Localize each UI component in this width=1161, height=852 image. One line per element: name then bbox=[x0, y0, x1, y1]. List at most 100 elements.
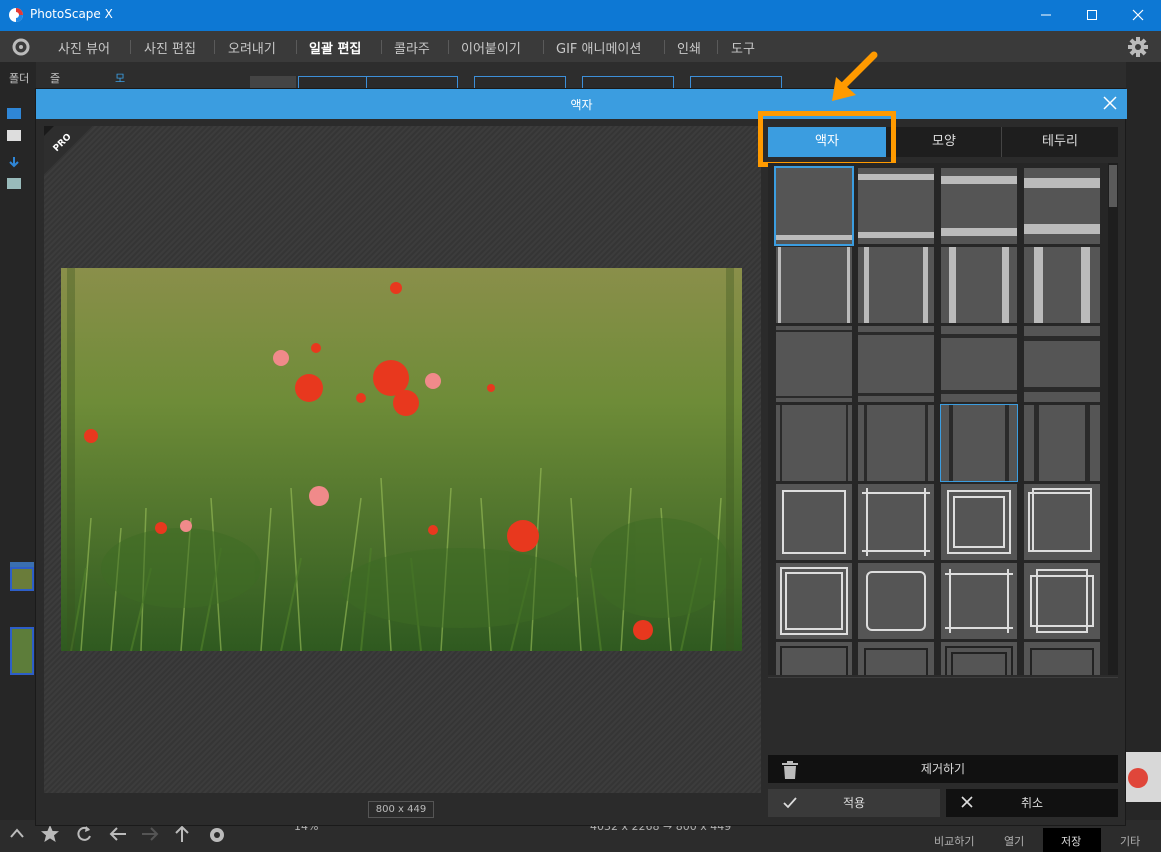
close-window-button[interactable] bbox=[1115, 0, 1161, 31]
bottom-settings-gear-icon[interactable] bbox=[206, 824, 228, 846]
home-logo-icon[interactable] bbox=[10, 37, 32, 57]
close-icon bbox=[1132, 9, 1144, 21]
thumbnail-image-2[interactable] bbox=[10, 627, 34, 675]
tab-highlight-box bbox=[758, 111, 896, 167]
gallery-divider bbox=[768, 677, 1118, 678]
next-arrow-icon[interactable] bbox=[1128, 768, 1148, 788]
frame-option[interactable] bbox=[1024, 326, 1100, 402]
frame-option[interactable] bbox=[858, 247, 934, 323]
menu-separator bbox=[448, 40, 449, 54]
tab-border[interactable]: 테두리 bbox=[1002, 127, 1118, 157]
tab-shape[interactable]: 모양 bbox=[886, 127, 1002, 157]
frame-option[interactable] bbox=[1024, 405, 1100, 481]
frame-option[interactable] bbox=[1024, 642, 1100, 675]
compare-label[interactable]: 비교하기 bbox=[934, 833, 974, 849]
frame-option[interactable] bbox=[858, 484, 934, 560]
dialog-title: 액자 bbox=[570, 98, 593, 112]
maximize-button[interactable] bbox=[1069, 0, 1115, 31]
frame-option[interactable] bbox=[941, 168, 1017, 244]
frame-option[interactable] bbox=[941, 326, 1017, 402]
frame-option[interactable] bbox=[858, 405, 934, 481]
frame-option[interactable] bbox=[776, 484, 852, 560]
frame-option[interactable] bbox=[774, 166, 854, 246]
menu-photo-editor[interactable]: 사진 편집 bbox=[144, 38, 196, 57]
frame-dialog: 액자 PRO 800 x 449 액자 모양 테두리 제거하기 적용 취소 bbox=[35, 51, 1127, 826]
desktop-folder-icon[interactable] bbox=[7, 108, 21, 119]
frame-option[interactable] bbox=[941, 563, 1017, 639]
menu-combine[interactable]: 이어붙이기 bbox=[461, 38, 521, 57]
frame-option[interactable] bbox=[941, 642, 1017, 675]
thumbnail-image-1[interactable] bbox=[10, 567, 34, 591]
orange-arrow-indicator bbox=[832, 51, 878, 101]
menu-print[interactable]: 인쇄 bbox=[677, 38, 701, 57]
dialog-header: 액자 bbox=[36, 89, 1127, 119]
gallery-scrollbar[interactable] bbox=[1108, 163, 1118, 675]
frame-option[interactable] bbox=[776, 563, 852, 639]
rotate-icon[interactable] bbox=[74, 824, 94, 844]
menu-separator bbox=[717, 40, 718, 54]
forward-arrow-icon[interactable] bbox=[140, 824, 160, 844]
frame-option[interactable] bbox=[858, 563, 934, 639]
frame-option[interactable] bbox=[1024, 484, 1100, 560]
menu-tools[interactable]: 도구 bbox=[731, 38, 755, 57]
collapse-up-icon[interactable] bbox=[10, 828, 24, 838]
menu-photo-viewer[interactable]: 사진 뷰어 bbox=[58, 38, 110, 57]
save-label[interactable]: 저장 bbox=[1043, 828, 1101, 852]
more-label[interactable]: 기타 bbox=[1120, 833, 1140, 849]
frame-option[interactable] bbox=[858, 168, 934, 244]
trash-icon bbox=[782, 761, 798, 779]
frame-option[interactable] bbox=[858, 326, 934, 402]
frame-gallery bbox=[768, 163, 1118, 675]
maximize-icon bbox=[1087, 10, 1097, 20]
back-arrow-icon[interactable] bbox=[108, 824, 128, 844]
close-x-icon bbox=[961, 796, 973, 808]
frame-option[interactable] bbox=[941, 247, 1017, 323]
menu-separator bbox=[296, 40, 297, 54]
photoscape-window: PhotoScape X 사진 뷰어 사진 편집 오려내기 일괄 편집 콜라주 … bbox=[0, 0, 1161, 852]
open-label[interactable]: 열기 bbox=[1004, 833, 1024, 849]
menu-batch-editor[interactable]: 일괄 편집 bbox=[309, 38, 361, 57]
menu-separator bbox=[214, 40, 215, 54]
folder-panel: 폴더 즐겨찾기 모두 bbox=[0, 62, 125, 852]
window-title: PhotoScape X bbox=[30, 7, 113, 21]
frame-option[interactable] bbox=[858, 642, 934, 675]
tab-folder[interactable]: 폴더 bbox=[9, 70, 29, 86]
apply-label: 적용 bbox=[842, 796, 866, 810]
cancel-button[interactable]: 취소 bbox=[946, 789, 1118, 817]
photo-preview bbox=[61, 268, 742, 651]
minimize-button[interactable] bbox=[1023, 0, 1069, 31]
check-icon bbox=[783, 797, 797, 809]
downloads-folder-icon[interactable] bbox=[7, 154, 21, 168]
frame-option[interactable] bbox=[1024, 563, 1100, 639]
pictures-folder-icon[interactable] bbox=[7, 178, 21, 189]
menu-separator bbox=[664, 40, 665, 54]
frame-option[interactable] bbox=[941, 484, 1017, 560]
frame-option[interactable] bbox=[776, 326, 852, 402]
documents-folder-icon[interactable] bbox=[7, 130, 21, 141]
settings-gear-icon[interactable] bbox=[1127, 36, 1149, 58]
dialog-close-icon[interactable] bbox=[1103, 96, 1117, 110]
scrollbar-thumb[interactable] bbox=[1109, 165, 1117, 207]
star-icon[interactable] bbox=[40, 824, 60, 844]
frame-option[interactable] bbox=[776, 247, 852, 323]
menu-collage[interactable]: 콜라주 bbox=[394, 38, 430, 57]
preview-canvas: PRO bbox=[44, 126, 761, 793]
image-size-label: 800 x 449 bbox=[368, 801, 434, 818]
remove-frame-button[interactable]: 제거하기 bbox=[768, 755, 1118, 783]
menu-separator bbox=[130, 40, 131, 54]
menu-separator bbox=[381, 40, 382, 54]
frame-option[interactable] bbox=[940, 404, 1018, 482]
frame-option[interactable] bbox=[776, 405, 852, 481]
frame-option[interactable] bbox=[776, 642, 852, 675]
main-menu: 사진 뷰어 사진 편집 오려내기 일괄 편집 콜라주 이어붙이기 GIF 애니메… bbox=[0, 31, 1161, 62]
cancel-label: 취소 bbox=[1020, 796, 1044, 810]
pro-version-badge: PRO bbox=[44, 126, 92, 174]
apply-button[interactable]: 적용 bbox=[768, 789, 940, 817]
frame-option[interactable] bbox=[1024, 247, 1100, 323]
menu-gif-animation[interactable]: GIF 애니메이션 bbox=[556, 38, 641, 57]
title-bar: PhotoScape X bbox=[0, 0, 1161, 31]
frame-option[interactable] bbox=[1024, 168, 1100, 244]
menu-cut-out[interactable]: 오려내기 bbox=[228, 38, 276, 57]
menu-separator bbox=[543, 40, 544, 54]
up-arrow-icon[interactable] bbox=[172, 824, 192, 844]
